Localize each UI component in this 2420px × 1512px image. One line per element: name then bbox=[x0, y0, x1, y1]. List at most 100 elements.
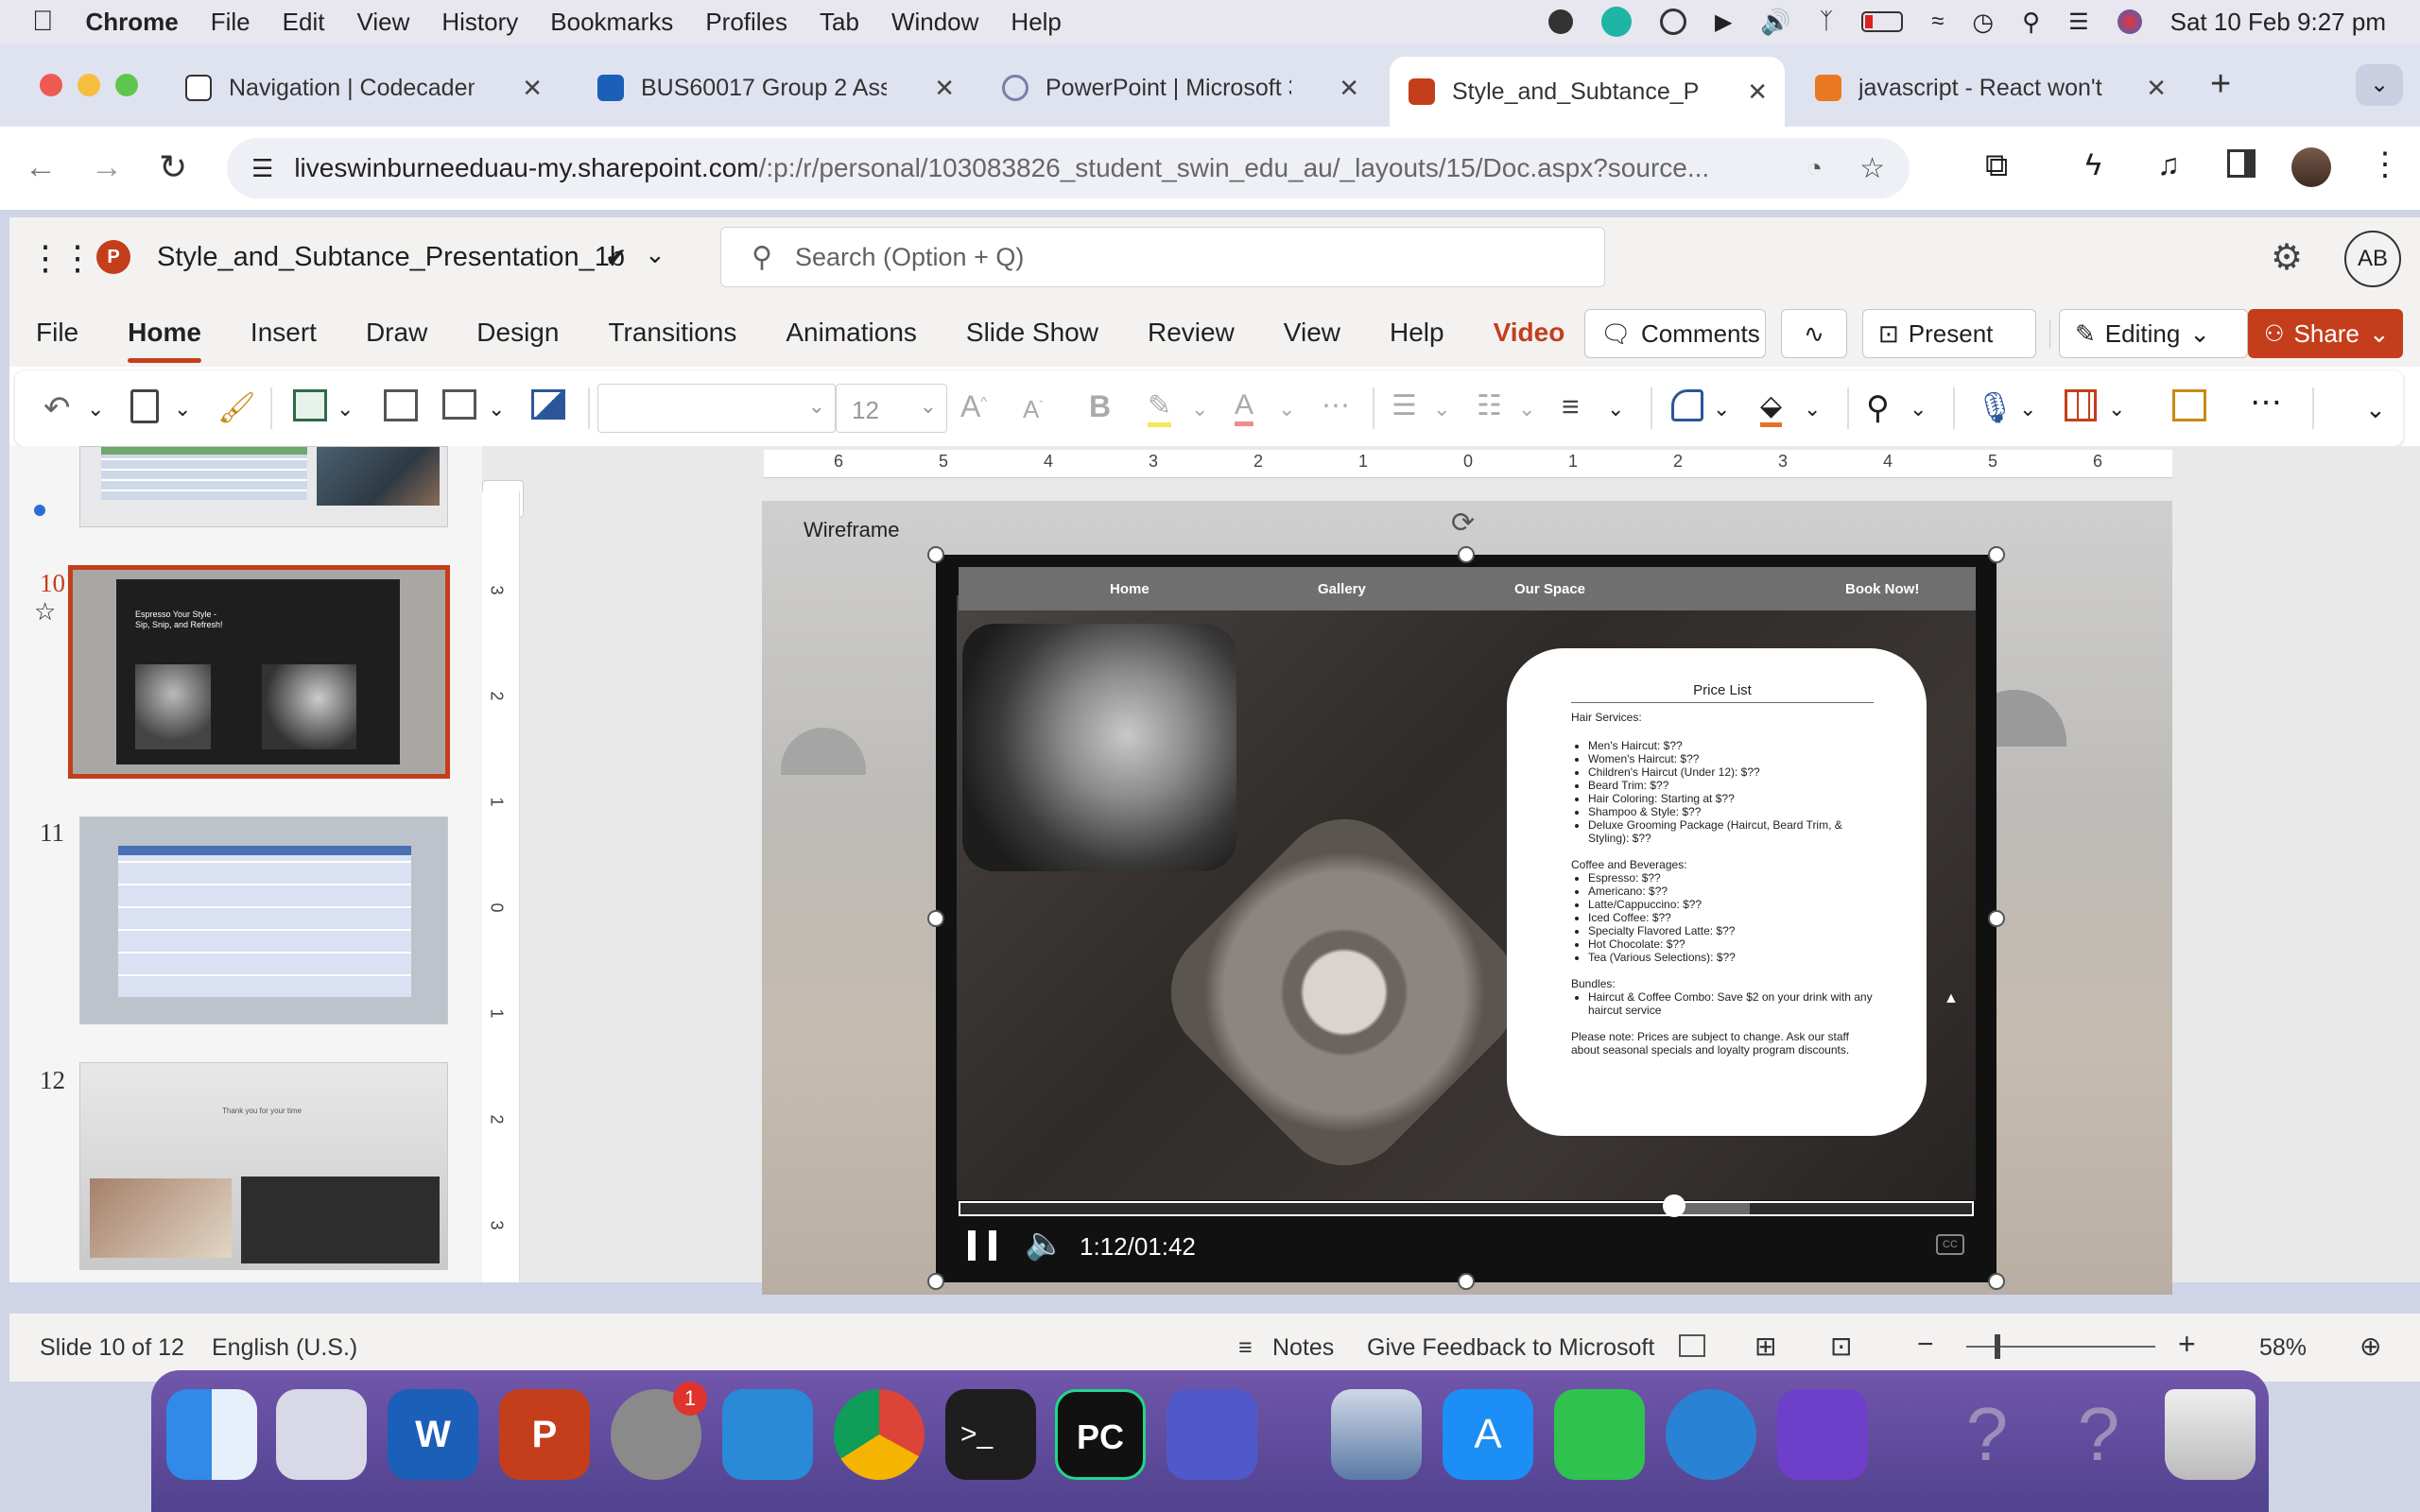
zoom-slider-thumb[interactable] bbox=[1995, 1334, 2000, 1359]
user-avatar[interactable]: AB bbox=[2344, 231, 2401, 287]
font-size-dropdown[interactable]: 12 ⌄ bbox=[836, 384, 947, 433]
layout-icon[interactable] bbox=[442, 389, 476, 420]
align-icon[interactable]: ≡ bbox=[1562, 389, 1580, 424]
back-arrow-icon[interactable]: ← bbox=[25, 149, 57, 186]
page-speed-icon[interactable]: ◔ bbox=[1806, 153, 1823, 183]
tab-transitions[interactable]: Transitions bbox=[608, 318, 736, 348]
menu-help[interactable]: Help bbox=[1011, 8, 1061, 37]
pause-icon[interactable] bbox=[968, 1230, 996, 1261]
apple-icon[interactable]:  bbox=[32, 6, 54, 38]
tab-close-icon[interactable]: ✕ bbox=[1747, 77, 1768, 107]
bullets-icon[interactable]: ☰ bbox=[1392, 389, 1417, 422]
collapse-ribbon-icon[interactable]: ⌄ bbox=[2365, 395, 2386, 424]
control-center-icon[interactable]: ☰ bbox=[2068, 9, 2089, 36]
trash-icon[interactable] bbox=[2165, 1389, 2256, 1480]
tab-help[interactable]: Help bbox=[1390, 318, 1444, 348]
slide-thumbnail-12[interactable]: Thank you for your time bbox=[79, 1062, 448, 1270]
time-machine-icon[interactable]: ◷ bbox=[1972, 8, 1994, 37]
github-desktop-icon[interactable] bbox=[1777, 1389, 1868, 1480]
more-options-icon[interactable]: ⋯ bbox=[2250, 384, 2282, 421]
launchpad-icon[interactable] bbox=[276, 1389, 367, 1480]
highlight-dropdown-icon[interactable]: ⌄ bbox=[1191, 397, 1208, 421]
resize-handle[interactable] bbox=[1458, 546, 1475, 563]
preview-icon[interactable] bbox=[1331, 1389, 1422, 1480]
teams-icon[interactable] bbox=[1167, 1389, 1257, 1480]
new-slide-icon[interactable] bbox=[293, 389, 327, 421]
bookmark-star-icon[interactable]: ☆ bbox=[1859, 152, 1885, 185]
fit-to-window-icon[interactable]: ⊕ bbox=[2360, 1331, 2381, 1362]
pycharm-icon[interactable]: PC bbox=[1055, 1389, 1146, 1480]
menu-file[interactable]: File bbox=[211, 8, 251, 37]
word-app-icon[interactable]: W bbox=[388, 1389, 478, 1480]
resize-handle[interactable] bbox=[1988, 546, 2005, 563]
paste-clipboard-icon[interactable] bbox=[130, 389, 159, 423]
terminal-icon[interactable]: >_ bbox=[945, 1389, 1036, 1480]
zoom-out-icon[interactable]: − bbox=[1917, 1329, 1934, 1361]
browser-tab[interactable]: PowerPoint | Microsoft 36 ✕ bbox=[983, 59, 1376, 117]
tab-close-icon[interactable]: ✕ bbox=[934, 74, 955, 103]
browser-tab-active[interactable]: Style_and_Subtance_Pre ✕ bbox=[1390, 57, 1785, 127]
decrease-font-icon[interactable]: Aˇ bbox=[1023, 395, 1043, 424]
browser-tab[interactable]: javascript - React won't l ✕ bbox=[1796, 59, 2184, 117]
bluetooth-icon[interactable]: ᛉ bbox=[1820, 9, 1833, 35]
volume-icon[interactable]: 🔊 bbox=[1760, 8, 1790, 37]
spotlight-search-icon[interactable]: ⚲ bbox=[2022, 8, 2040, 37]
shape-fill-icon[interactable]: ⬙ bbox=[1760, 389, 1783, 427]
extensions-icon[interactable]: ⧉ bbox=[1985, 147, 2008, 184]
browser-tab[interactable]: BUS60017 Group 2 Assig ✕ bbox=[579, 59, 972, 117]
tab-animations[interactable]: Animations bbox=[786, 318, 917, 348]
title-dropdown-icon[interactable]: ⌄ bbox=[645, 240, 666, 269]
share-button[interactable]: ⚇ Share ⌄ bbox=[2248, 309, 2403, 358]
shapes-icon[interactable] bbox=[1671, 389, 1703, 421]
menu-view[interactable]: View bbox=[356, 8, 409, 37]
saved-status-icon[interactable]: ✔ bbox=[605, 242, 627, 273]
tab-insert[interactable]: Insert bbox=[251, 318, 317, 348]
font-name-dropdown[interactable]: ⌄ bbox=[597, 384, 836, 433]
tab-review[interactable]: Review bbox=[1148, 318, 1235, 348]
window-close-button[interactable] bbox=[40, 74, 62, 96]
window-minimize-button[interactable] bbox=[78, 74, 100, 96]
tab-home[interactable]: Home bbox=[128, 318, 201, 363]
resize-handle[interactable] bbox=[1988, 910, 2005, 927]
missing-app-icon[interactable]: ? bbox=[2053, 1389, 2144, 1480]
side-panel-icon[interactable] bbox=[2227, 149, 2256, 178]
document-title[interactable]: Style_and_Subtance_Presentation_1b bbox=[157, 242, 625, 273]
undo-dropdown-icon[interactable]: ⌄ bbox=[87, 397, 104, 421]
zoom-in-icon[interactable]: + bbox=[2178, 1327, 2196, 1362]
volume-icon[interactable]: 🔈 bbox=[1025, 1225, 1064, 1263]
numbering-dropdown-icon[interactable]: ⌄ bbox=[1518, 397, 1535, 421]
siri-icon[interactable] bbox=[2117, 9, 2142, 34]
tab-search-button[interactable]: ⌄ bbox=[2356, 64, 2403, 106]
menu-window[interactable]: Window bbox=[891, 8, 978, 37]
menubar-clock[interactable]: Sat 10 Feb 9:27 pm bbox=[2170, 8, 2386, 37]
slide-sorter-icon[interactable]: ⊞ bbox=[1754, 1331, 1776, 1362]
profile-avatar[interactable] bbox=[2291, 147, 2331, 187]
wifi-icon[interactable]: ≈ bbox=[1931, 9, 1944, 35]
dictate-microphone-icon[interactable]: 🎙 bbox=[1976, 389, 2014, 425]
menu-tab[interactable]: Tab bbox=[820, 8, 859, 37]
tab-close-icon[interactable]: ✕ bbox=[2146, 74, 2167, 103]
zoom-slider[interactable] bbox=[1966, 1334, 2155, 1359]
facetime-icon[interactable] bbox=[1554, 1389, 1645, 1480]
find-dropdown-icon[interactable]: ⌄ bbox=[1910, 397, 1927, 421]
video-progress-bar[interactable] bbox=[959, 1194, 1974, 1217]
menu-history[interactable]: History bbox=[441, 8, 518, 37]
chrome-app-icon[interactable] bbox=[834, 1389, 925, 1480]
media-controls-icon[interactable]: ♫ bbox=[2157, 147, 2180, 182]
vscode-icon[interactable] bbox=[722, 1389, 813, 1480]
format-painter-icon[interactable]: 🖌 bbox=[217, 389, 256, 425]
tab-close-icon[interactable]: ✕ bbox=[1339, 74, 1359, 103]
slide-thumbnail-9[interactable] bbox=[79, 446, 448, 527]
notes-button[interactable]: Notes bbox=[1272, 1334, 1334, 1362]
app-store-icon[interactable]: A bbox=[1443, 1389, 1533, 1480]
bold-icon[interactable]: B bbox=[1089, 389, 1111, 424]
missing-app-icon[interactable]: ? bbox=[1942, 1389, 2032, 1480]
normal-view-icon[interactable] bbox=[1679, 1334, 1705, 1357]
resize-handle[interactable] bbox=[1458, 1273, 1475, 1290]
format-background-icon[interactable] bbox=[531, 389, 565, 420]
resize-handle[interactable] bbox=[927, 1273, 944, 1290]
zoom-level[interactable]: 58% bbox=[2259, 1334, 2307, 1362]
site-info-icon[interactable]: ☰ bbox=[251, 154, 273, 183]
font-color-dropdown-icon[interactable]: ⌄ bbox=[1278, 397, 1295, 421]
chrome-menu-icon[interactable]: ⋮ bbox=[2369, 146, 2401, 183]
